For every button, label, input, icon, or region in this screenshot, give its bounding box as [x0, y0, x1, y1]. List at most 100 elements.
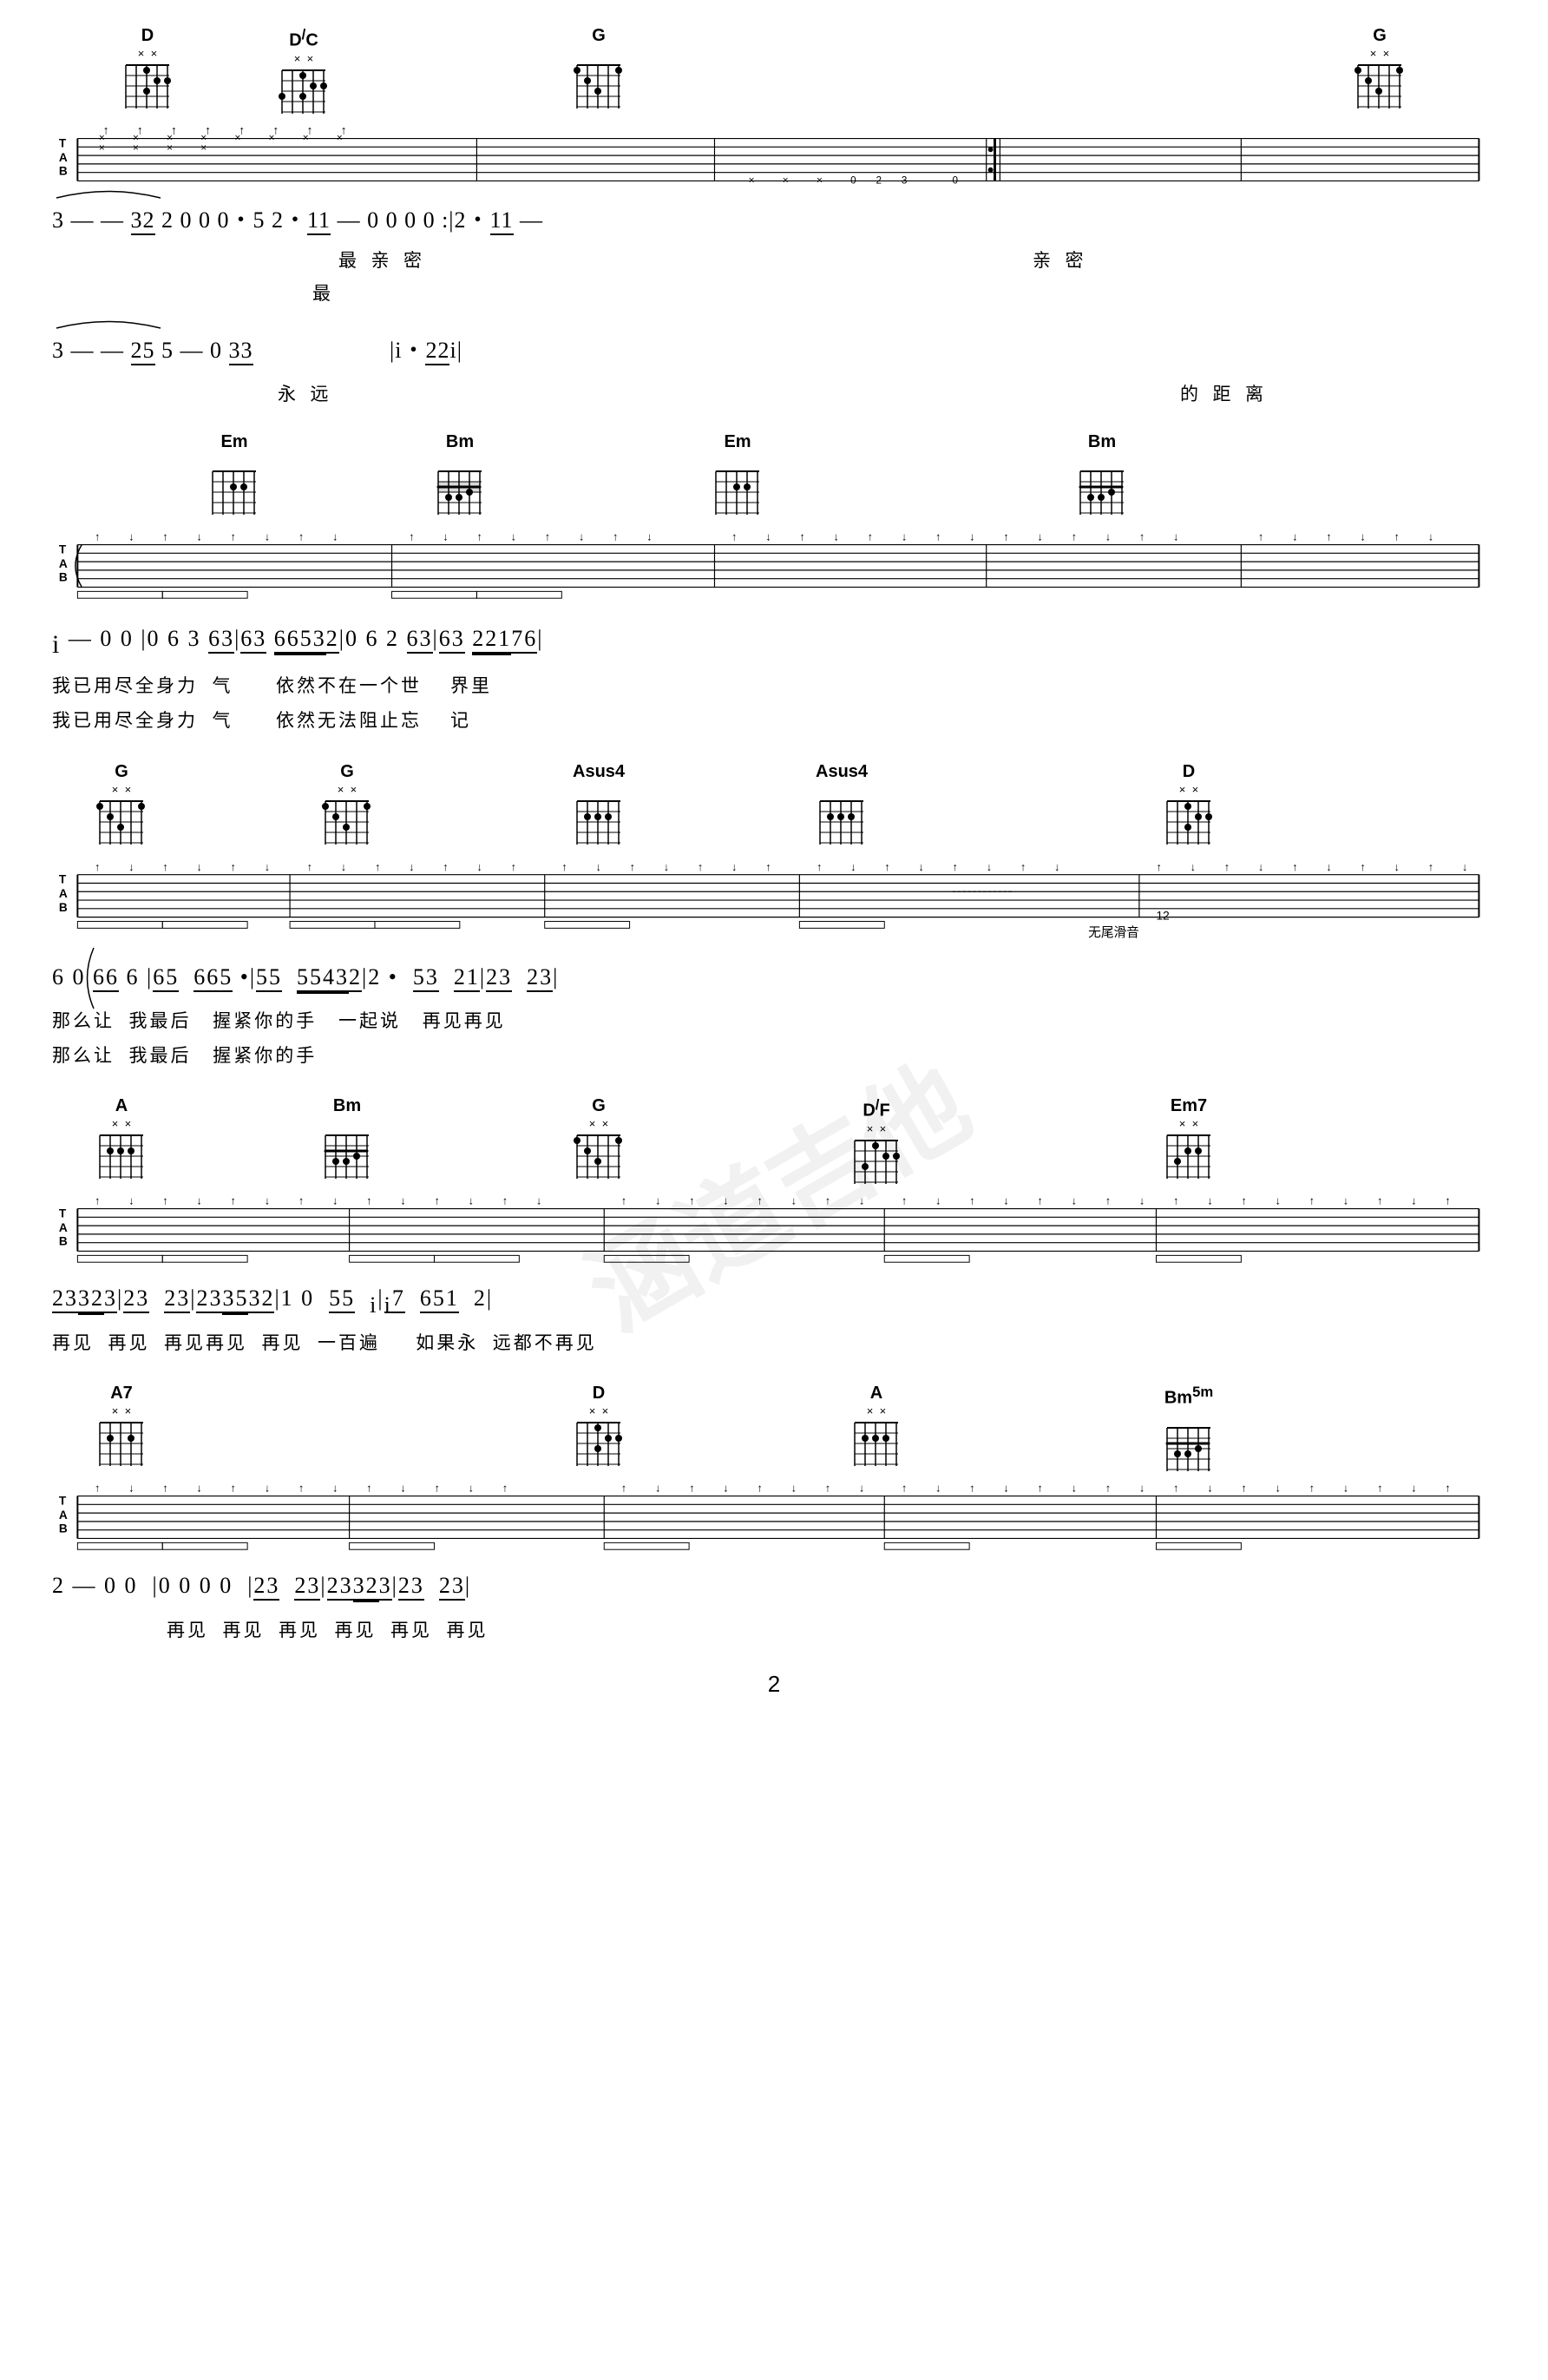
svg-text:↑: ↑: [689, 1195, 694, 1207]
svg-text:↓: ↓: [511, 531, 516, 543]
lyrics-4b: 那么让 我最后 握紧你的手: [52, 1040, 1496, 1073]
chord-Bm4-grid: [1163, 1423, 1215, 1476]
svg-text:↓: ↓: [859, 1483, 864, 1495]
chord-Bm3-grid: [321, 1131, 373, 1183]
svg-text:B: B: [59, 165, 68, 178]
svg-text:↑: ↑: [935, 531, 941, 543]
svg-text:B: B: [59, 571, 68, 584]
svg-text:↑: ↑: [969, 1483, 974, 1495]
svg-text:↓: ↓: [1003, 1195, 1008, 1207]
svg-text:A: A: [59, 557, 68, 570]
svg-text:↑: ↑: [621, 1195, 626, 1207]
svg-text:↑: ↑: [1003, 531, 1008, 543]
chord-A1-grid: [95, 1131, 148, 1183]
svg-text:↓: ↓: [595, 861, 600, 873]
svg-text:↑: ↑: [443, 861, 448, 873]
svg-text:↑: ↑: [1173, 1483, 1178, 1495]
chord-G-1: G: [573, 26, 625, 113]
chord-Asus4-2: Asus4: [816, 762, 868, 849]
tie-arc-2: [52, 315, 165, 332]
svg-text:↓: ↓: [196, 1483, 201, 1495]
svg-text:↓: ↓: [332, 1483, 338, 1495]
chord-G-2: G × ×: [1354, 26, 1406, 113]
svg-text:↓: ↓: [765, 531, 771, 543]
svg-text:↑: ↑: [434, 1483, 439, 1495]
note-span-1: 3 — — 32 2 0 0 0・5 2・11 — 0 0 0 0 :|2・11…: [52, 207, 543, 235]
lyrics-4a: 那么让 我最后 握紧你的手 一起说 再见再见: [52, 1005, 1496, 1038]
svg-text:×: ×: [749, 174, 755, 186]
svg-text:↓: ↓: [476, 861, 482, 873]
svg-text:↓: ↓: [196, 531, 201, 543]
svg-text:↑: ↑: [621, 1483, 626, 1495]
svg-text:↓: ↓: [265, 861, 270, 873]
svg-text:↓: ↓: [469, 1195, 474, 1207]
lyrics-3b: 我已用尽全身力 气 依然无法阻止忘 记: [52, 705, 1496, 738]
svg-text:↑: ↑: [231, 861, 236, 873]
svg-text:↑: ↑: [1224, 861, 1230, 873]
svg-text:↑: ↑: [95, 1195, 100, 1207]
chord-A2-grid: [850, 1418, 902, 1470]
notation-line-2: 3 — — 25 5 — 0 33 |i・22i|: [52, 328, 1496, 373]
chord-G-4: G × ×: [321, 762, 373, 849]
svg-text:↑: ↑: [561, 861, 567, 873]
svg-text:↑: ↑: [1360, 861, 1365, 873]
svg-text:12: 12: [1156, 909, 1169, 922]
svg-text:×: ×: [167, 142, 173, 154]
svg-text:↓: ↓: [987, 861, 992, 873]
chord-G-5: G × ×: [573, 1096, 625, 1183]
svg-text:↓: ↓: [1037, 531, 1042, 543]
chord-DF: D/F × ×: [850, 1096, 902, 1188]
svg-text:↑: ↑: [1105, 1195, 1111, 1207]
svg-text:T: T: [59, 1207, 67, 1220]
chord-DC-grid: [278, 66, 330, 118]
svg-text:↑: ↑: [231, 1483, 236, 1495]
svg-text:↑: ↑: [1377, 1483, 1382, 1495]
svg-text:↓: ↓: [1411, 1483, 1416, 1495]
svg-text:A: A: [59, 151, 68, 164]
svg-text:↑: ↑: [1258, 531, 1263, 543]
tab-staff-4: T A B 12 ↑ ↓ ↑ ↓ ↑ ↓: [52, 861, 1496, 943]
svg-text:↓: ↓: [1428, 531, 1433, 543]
svg-text:↑: ↑: [95, 531, 100, 543]
svg-text:↑: ↑: [298, 1195, 304, 1207]
chord-A7-grid: [95, 1418, 148, 1470]
svg-text:↑: ↑: [825, 1195, 830, 1207]
system-3: Em: [52, 432, 1496, 738]
lyrics-1b: 最: [52, 279, 1496, 304]
svg-text:↓: ↓: [646, 531, 652, 543]
tie-arc-1: [52, 185, 165, 202]
svg-text:↑: ↑: [137, 125, 143, 137]
chord-Em7-grid: [1163, 1131, 1215, 1183]
chord-G3-grid: [95, 797, 148, 849]
svg-text:↑: ↑: [103, 125, 109, 137]
svg-text:↑: ↑: [409, 531, 414, 543]
chord-Em2-grid: [712, 467, 764, 519]
svg-text:↓: ↓: [969, 531, 974, 543]
svg-text:↓: ↓: [1072, 1195, 1077, 1207]
chord-DC: D/C × ×: [278, 26, 330, 118]
svg-text:↑: ↑: [868, 531, 873, 543]
svg-text:↓: ↓: [902, 531, 907, 543]
svg-text:↓: ↓: [1276, 1483, 1281, 1495]
svg-text:↑: ↑: [1139, 531, 1145, 543]
svg-text:↑: ↑: [162, 861, 167, 873]
svg-text:↑: ↑: [1072, 531, 1077, 543]
chord-D: D × ×: [121, 26, 174, 113]
chord-D-2: D × ×: [1163, 762, 1215, 849]
notation-line-3: i — 0 0 |0 6 3 63|63 66532|0 6 2 63|63 2…: [52, 609, 1496, 667]
svg-text:↑: ↑: [630, 861, 635, 873]
svg-text:↑: ↑: [1037, 1195, 1042, 1207]
svg-text:↑: ↑: [298, 531, 304, 543]
chord-Em7: Em7 × ×: [1163, 1096, 1215, 1183]
svg-text:↑: ↑: [307, 861, 312, 873]
svg-text:↓: ↓: [723, 1483, 728, 1495]
svg-text:↑: ↑: [757, 1195, 762, 1207]
svg-text:↑: ↑: [689, 1483, 694, 1495]
lyric-span-2a: 永 远: [278, 380, 331, 406]
svg-text:↓: ↓: [469, 1483, 474, 1495]
svg-text:B: B: [59, 1522, 68, 1535]
svg-text:↑: ↑: [502, 1483, 508, 1495]
svg-text:↑: ↑: [884, 861, 889, 873]
svg-text:↑: ↑: [162, 1483, 167, 1495]
svg-text:↓: ↓: [1343, 1483, 1348, 1495]
